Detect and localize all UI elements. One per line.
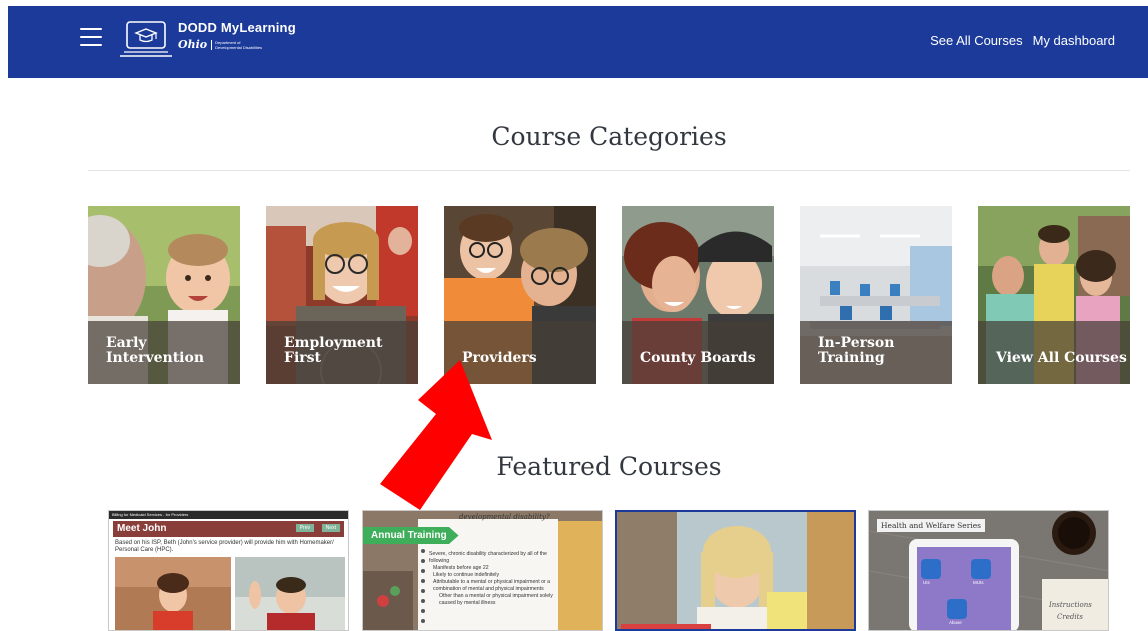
category-card-early-intervention[interactable]: Early Intervention <box>88 206 240 384</box>
category-card-view-all-courses[interactable]: View All Courses <box>978 206 1130 384</box>
credits-note: Credits <box>1057 613 1083 621</box>
category-label: Employment First <box>284 335 383 366</box>
featured-courses-heading: Featured Courses <box>496 452 722 481</box>
note-text: Severe, chronic disability characterized… <box>429 551 553 606</box>
category-card-providers[interactable]: Providers <box>444 206 596 384</box>
red-arrow-annotation <box>380 360 492 510</box>
category-card-employment-first[interactable]: Employment First <box>266 206 418 384</box>
hamburger-menu-icon[interactable] <box>80 28 102 46</box>
nav-links: See All Courses My dashboard <box>930 33 1115 48</box>
featured-course-card-3[interactable] <box>615 510 856 631</box>
abuse-icon <box>947 599 967 619</box>
logo-state: Ohio <box>178 38 208 51</box>
category-card-in-person-training[interactable]: In-Person Training <box>800 206 952 384</box>
meet-john-body: Based on his ISP, Beth (John's service p… <box>115 540 334 553</box>
course-video-thumbnails <box>115 557 345 630</box>
featured-course-card-health-welfare[interactable]: Health and Welfare Series UIs MUIs Abuse… <box>868 510 1109 631</box>
course-topbar: Billing for Medicaid Services - for Prov… <box>109 511 348 519</box>
laptop-graduation-icon <box>120 21 172 57</box>
meet-john-heading: Meet John <box>117 523 167 534</box>
my-dashboard-link[interactable]: My dashboard <box>1033 33 1115 48</box>
uis-shield-icon <box>921 559 941 579</box>
see-all-courses-link[interactable]: See All Courses <box>930 33 1023 48</box>
site-logo[interactable]: DODD MyLearning Ohio Department of Devel… <box>118 20 296 60</box>
category-card-county-boards[interactable]: County Boards <box>622 206 774 384</box>
featured-course-card-meet-john[interactable]: Billing for Medicaid Services - for Prov… <box>108 510 349 631</box>
course-thumbnail-photo <box>617 512 854 629</box>
instructions-note: Instructions <box>1049 601 1092 609</box>
left-edge <box>0 0 8 631</box>
note-title: developmental disability? <box>459 513 550 521</box>
category-label: County Boards <box>640 350 756 366</box>
featured-course-card-annual-training[interactable]: Annual Training developmental disability… <box>362 510 603 631</box>
category-label: Providers <box>462 350 537 366</box>
series-label: Health and Welfare Series <box>877 519 986 532</box>
prev-button[interactable]: Prev <box>295 524 314 532</box>
next-button[interactable]: Next <box>321 524 340 532</box>
category-label: Early Intervention <box>106 335 204 366</box>
course-categories-heading: Course Categories <box>491 122 727 151</box>
logo-department: Department of Developmental Disabilities <box>211 39 262 50</box>
logo-title: DODD MyLearning <box>178 20 296 35</box>
meet-john-banner: Meet John Prev Next <box>113 521 344 537</box>
category-label: View All Courses <box>996 350 1127 366</box>
app-label: Abuse <box>949 620 962 625</box>
muis-x-icon <box>971 559 991 579</box>
app-label: UIs <box>923 580 930 585</box>
divider <box>88 170 1130 171</box>
annual-training-badge: Annual Training <box>363 527 459 544</box>
app-label: MUIs <box>973 580 984 585</box>
category-label: In-Person Training <box>818 335 895 366</box>
